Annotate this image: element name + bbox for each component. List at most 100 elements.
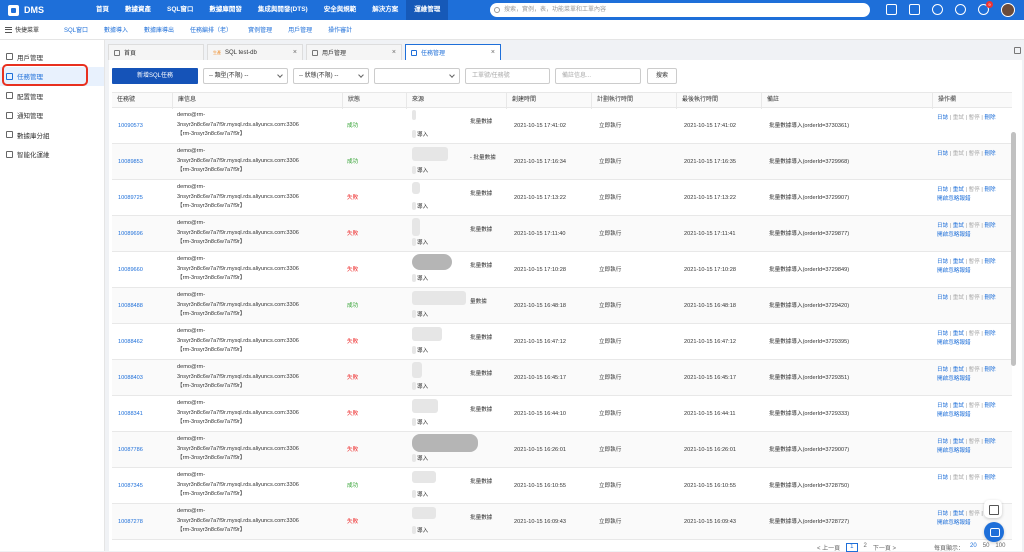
pause-link[interactable]: 暫停 (969, 295, 980, 301)
sidebar-item-db-groups[interactable]: 數據庫分組 (0, 125, 104, 145)
log-link[interactable]: 日誌 (937, 511, 948, 517)
retry-link[interactable]: 重試 (953, 187, 964, 193)
log-link[interactable]: 日誌 (937, 259, 948, 265)
topnav-db-dev[interactable]: 數據庫開發 (201, 0, 250, 20)
global-search-input[interactable]: 搜索，實例，表，功能菜單和工單內容 (490, 3, 870, 17)
topnav-data-assets[interactable]: 數據資產 (117, 0, 159, 20)
pause-link[interactable]: 暫停 (969, 223, 980, 229)
close-icon[interactable]: × (392, 49, 396, 56)
log-link[interactable]: 日誌 (937, 439, 948, 445)
log-link[interactable]: 日誌 (937, 367, 948, 373)
delete-link[interactable]: 刪除 (984, 367, 995, 373)
task-id-link[interactable]: 10089725 (112, 180, 172, 216)
quick-menu-toggle[interactable]: 快捷菜單 (0, 25, 56, 34)
retry-link[interactable]: 重試 (953, 223, 964, 229)
dms-logo[interactable]: DMS (0, 4, 88, 16)
retry-link[interactable]: 重試 (953, 475, 964, 481)
remark-input[interactable]: 備註信息... (555, 68, 641, 84)
delete-link[interactable]: 刪除 (984, 403, 995, 409)
log-link[interactable]: 日誌 (937, 223, 948, 229)
topnav-ops[interactable]: 運維管理 (406, 0, 449, 20)
log-link[interactable]: 日誌 (937, 331, 948, 337)
retry-link[interactable]: 重試 (953, 115, 964, 121)
tab-home[interactable]: 首頁 (108, 44, 204, 60)
type-select[interactable]: -- 類型(不限) -- (203, 68, 288, 84)
pause-link[interactable]: 暫停 (969, 367, 980, 373)
delete-link[interactable]: 刪除 (984, 475, 995, 481)
retry-link[interactable]: 重試 (953, 259, 964, 265)
ignore-errors-link[interactable]: 開啟忽略報錯 (937, 448, 971, 454)
log-link[interactable]: 日誌 (937, 115, 948, 121)
ignore-errors-link[interactable]: 開啟忽略報錯 (937, 412, 971, 418)
chat-support-icon[interactable] (984, 522, 1004, 542)
task-id-link[interactable]: 10088403 (112, 360, 172, 396)
retry-link[interactable]: 重試 (953, 511, 964, 517)
quick-item-instance-mgmt[interactable]: 實例管理 (240, 25, 280, 34)
task-id-link[interactable]: 10090573 (112, 108, 172, 144)
delete-link[interactable]: 刪除 (984, 223, 995, 229)
task-id-link[interactable]: 10088488 (112, 288, 172, 324)
ignore-errors-link[interactable]: 開啟忽略報錯 (937, 520, 971, 526)
avatar[interactable] (1001, 3, 1015, 17)
ignore-errors-link[interactable]: 開啟忽略報錯 (937, 268, 971, 274)
pause-link[interactable]: 暫停 (969, 331, 980, 337)
delete-link[interactable]: 刪除 (984, 295, 995, 301)
log-link[interactable]: 日誌 (937, 187, 948, 193)
task-id-link[interactable]: 10087786 (112, 432, 172, 468)
pause-link[interactable]: 暫停 (969, 151, 980, 157)
search-button[interactable]: 搜索 (647, 68, 677, 84)
tab-menu-icon[interactable] (1014, 47, 1021, 54)
task-id-link[interactable]: 10089853 (112, 144, 172, 180)
tab-task-mgmt[interactable]: 任務管理 × (405, 44, 501, 60)
globe-icon[interactable] (955, 4, 966, 15)
sidebar-item-config-mgmt[interactable]: 配置管理 (0, 86, 104, 106)
quick-item-audit[interactable]: 操作審計 (320, 25, 360, 34)
retry-link[interactable]: 重試 (953, 295, 964, 301)
ignore-errors-link[interactable]: 開啟忽略報錯 (937, 340, 971, 346)
new-sql-task-button[interactable]: 新增SQL任務 (112, 68, 198, 84)
status-select[interactable]: -- 狀態(不限) -- (293, 68, 369, 84)
delete-link[interactable]: 刪除 (984, 115, 995, 121)
vertical-scrollbar[interactable] (1011, 132, 1016, 366)
tab-user-mgmt[interactable]: 用戶管理 × (306, 44, 402, 60)
pause-link[interactable]: 暫停 (969, 187, 980, 193)
pause-link[interactable]: 暫停 (969, 403, 980, 409)
topnav-sql-window[interactable]: SQL窗口 (159, 0, 201, 20)
task-id-link[interactable]: 10088341 (112, 396, 172, 432)
log-link[interactable]: 日誌 (937, 295, 948, 301)
sidebar-item-notify-mgmt[interactable]: 通知管理 (0, 106, 104, 126)
delete-link[interactable]: 刪除 (984, 439, 995, 445)
ignore-errors-link[interactable]: 開啟忽略報錯 (937, 196, 971, 202)
close-icon[interactable]: × (293, 49, 297, 56)
topnav-security[interactable]: 安全與規範 (316, 0, 365, 20)
topnav-dts[interactable]: 集成與開發(DTS) (250, 0, 316, 20)
task-id-link[interactable]: 10087345 (112, 468, 172, 504)
pause-link[interactable]: 暫停 (969, 115, 980, 121)
extra-select[interactable] (374, 68, 460, 84)
ticket-input[interactable]: 工單號/任務號 (465, 68, 550, 84)
pause-link[interactable]: 暫停 (969, 475, 980, 481)
tab-sql-test-db[interactable]: 生產 SQL test-db × (207, 44, 303, 60)
pause-link[interactable]: 暫停 (969, 511, 980, 517)
topnav-home[interactable]: 首頁 (88, 0, 117, 20)
ignore-errors-link[interactable]: 開啟忽略報錯 (937, 232, 971, 238)
ignore-errors-link[interactable]: 開啟忽略報錯 (937, 376, 971, 382)
quick-item-task-orchestration[interactable]: 任務編排（老） (182, 25, 240, 34)
quick-item-user-mgmt[interactable]: 用戶管理 (280, 25, 320, 34)
quick-item-db-export[interactable]: 數據庫導出 (136, 25, 182, 34)
quick-item-sql-window[interactable]: SQL窗口 (56, 25, 96, 34)
clipboard-icon[interactable] (886, 4, 897, 15)
topnav-solutions[interactable]: 解決方案 (364, 0, 406, 20)
task-id-link[interactable]: 10089660 (112, 252, 172, 288)
retry-link[interactable]: 重試 (953, 439, 964, 445)
delete-link[interactable]: 刪除 (984, 187, 995, 193)
quick-item-data-import[interactable]: 數據導入 (96, 25, 136, 34)
help-icon[interactable] (932, 4, 943, 15)
log-link[interactable]: 日誌 (937, 151, 948, 157)
document-icon[interactable] (909, 4, 920, 15)
task-id-link[interactable]: 10089696 (112, 216, 172, 252)
retry-link[interactable]: 重試 (953, 151, 964, 157)
close-icon[interactable]: × (491, 49, 495, 56)
pause-link[interactable]: 暫停 (969, 259, 980, 265)
delete-link[interactable]: 刪除 (984, 259, 995, 265)
